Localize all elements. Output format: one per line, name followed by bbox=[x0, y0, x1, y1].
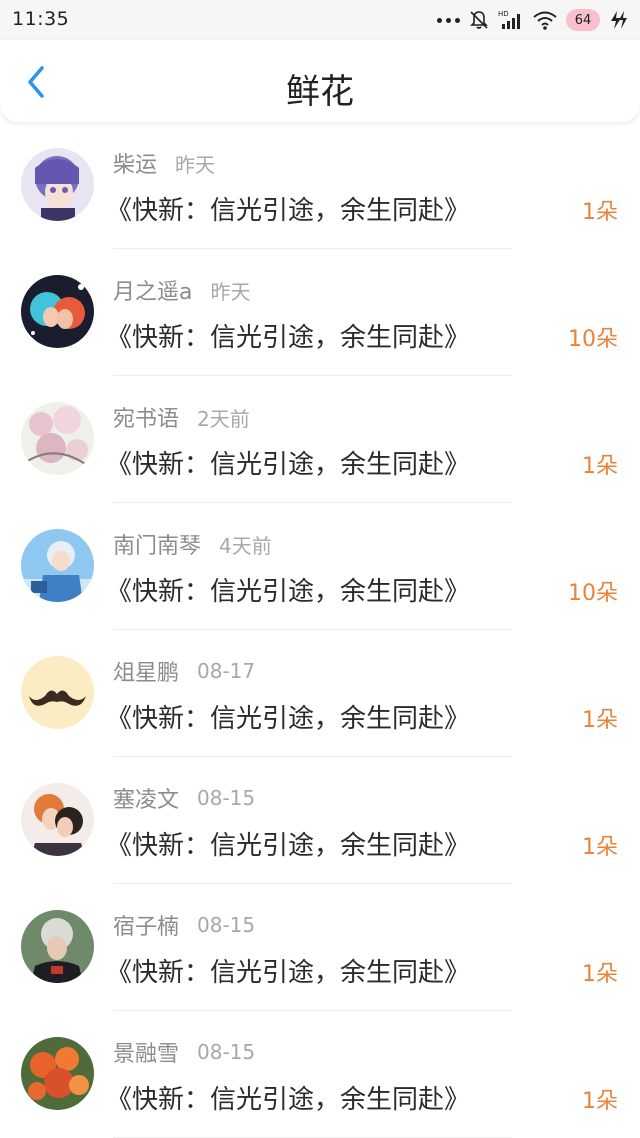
wifi-icon bbox=[533, 11, 557, 30]
gift-time: 08-15 bbox=[197, 913, 256, 937]
avatar[interactable] bbox=[21, 275, 94, 348]
page-title: 鲜花 bbox=[286, 72, 354, 112]
flower-count: 1朵 bbox=[582, 962, 618, 987]
gift-time: 08-15 bbox=[197, 786, 256, 810]
user-name: 俎星鹏 bbox=[113, 661, 180, 686]
header-bar: 鲜花 bbox=[0, 40, 640, 122]
flower-count: 1朵 bbox=[582, 835, 618, 860]
book-title[interactable]: 《快新：信光引途，余生同赴》 bbox=[106, 1079, 470, 1116]
book-title[interactable]: 《快新：信光引途，余生同赴》 bbox=[106, 698, 470, 735]
svg-text:HD: HD bbox=[498, 10, 509, 18]
flower-count: 10朵 bbox=[568, 581, 618, 606]
book-title[interactable]: 《快新：信光引途，余生同赴》 bbox=[106, 317, 470, 354]
flower-count: 1朵 bbox=[582, 1089, 618, 1114]
book-title[interactable]: 《快新：信光引途，余生同赴》 bbox=[106, 444, 470, 481]
gift-time: 昨天 bbox=[175, 152, 216, 177]
book-title[interactable]: 《快新：信光引途，余生同赴》 bbox=[106, 190, 470, 227]
gift-time: 08-17 bbox=[197, 659, 256, 683]
gift-time: 昨天 bbox=[210, 279, 251, 304]
book-title[interactable]: 《快新：信光引途，余生同赴》 bbox=[106, 825, 470, 862]
gift-time: 08-15 bbox=[197, 1040, 256, 1064]
avatar[interactable] bbox=[21, 402, 94, 475]
status-time: 11:35 bbox=[12, 8, 70, 30]
avatar[interactable] bbox=[21, 783, 94, 856]
user-name: 景融雪 bbox=[113, 1042, 180, 1067]
user-name: 塞凌文 bbox=[113, 788, 180, 813]
list-item[interactable]: 柴运 昨天 《快新：信光引途，余生同赴》 1朵 bbox=[0, 122, 640, 249]
flower-count: 1朵 bbox=[582, 454, 618, 479]
user-name: 宛书语 bbox=[113, 407, 180, 432]
book-title[interactable]: 《快新：信光引途，余生同赴》 bbox=[106, 952, 470, 989]
more-dots-icon bbox=[437, 17, 460, 23]
status-bar: 11:35 HD 64 bbox=[0, 0, 640, 40]
avatar[interactable] bbox=[21, 1037, 94, 1110]
gift-time: 4天前 bbox=[219, 533, 272, 558]
list-item[interactable]: 景融雪 08-15 《快新：信光引途，余生同赴》 1朵 bbox=[0, 1011, 640, 1138]
user-name: 柴运 bbox=[113, 153, 158, 178]
list-item[interactable]: 月之遥a 昨天 《快新：信光引途，余生同赴》 10朵 bbox=[0, 249, 640, 376]
avatar[interactable] bbox=[21, 529, 94, 602]
user-name: 宿子楠 bbox=[113, 915, 180, 940]
list-item[interactable]: 宛书语 2天前 《快新：信光引途，余生同赴》 1朵 bbox=[0, 376, 640, 503]
charging-icon bbox=[611, 11, 627, 29]
flower-gift-list: 柴运 昨天 《快新：信光引途，余生同赴》 1朵 月之遥a 昨天 《快新：信光引途… bbox=[0, 122, 640, 1138]
avatar[interactable] bbox=[21, 148, 94, 221]
signal-hd-icon: HD bbox=[498, 10, 520, 29]
mute-bell-icon bbox=[470, 11, 488, 29]
flower-count: 1朵 bbox=[582, 200, 618, 225]
user-name: 南门南琴 bbox=[113, 534, 202, 559]
flower-count: 10朵 bbox=[568, 327, 618, 352]
list-item[interactable]: 宿子楠 08-15 《快新：信光引途，余生同赴》 1朵 bbox=[0, 884, 640, 1011]
avatar[interactable] bbox=[21, 910, 94, 983]
avatar[interactable] bbox=[21, 656, 94, 729]
list-item[interactable]: 俎星鹏 08-17 《快新：信光引途，余生同赴》 1朵 bbox=[0, 630, 640, 757]
list-item[interactable]: 塞凌文 08-15 《快新：信光引途，余生同赴》 1朵 bbox=[0, 757, 640, 884]
list-item[interactable]: 南门南琴 4天前 《快新：信光引途，余生同赴》 10朵 bbox=[0, 503, 640, 630]
gift-time: 2天前 bbox=[197, 406, 250, 431]
status-icons: HD 64 bbox=[437, 8, 628, 32]
user-name: 月之遥a bbox=[113, 280, 193, 305]
book-title[interactable]: 《快新：信光引途，余生同赴》 bbox=[106, 571, 470, 608]
battery-badge: 64 bbox=[566, 9, 600, 31]
flower-count: 1朵 bbox=[582, 708, 618, 733]
